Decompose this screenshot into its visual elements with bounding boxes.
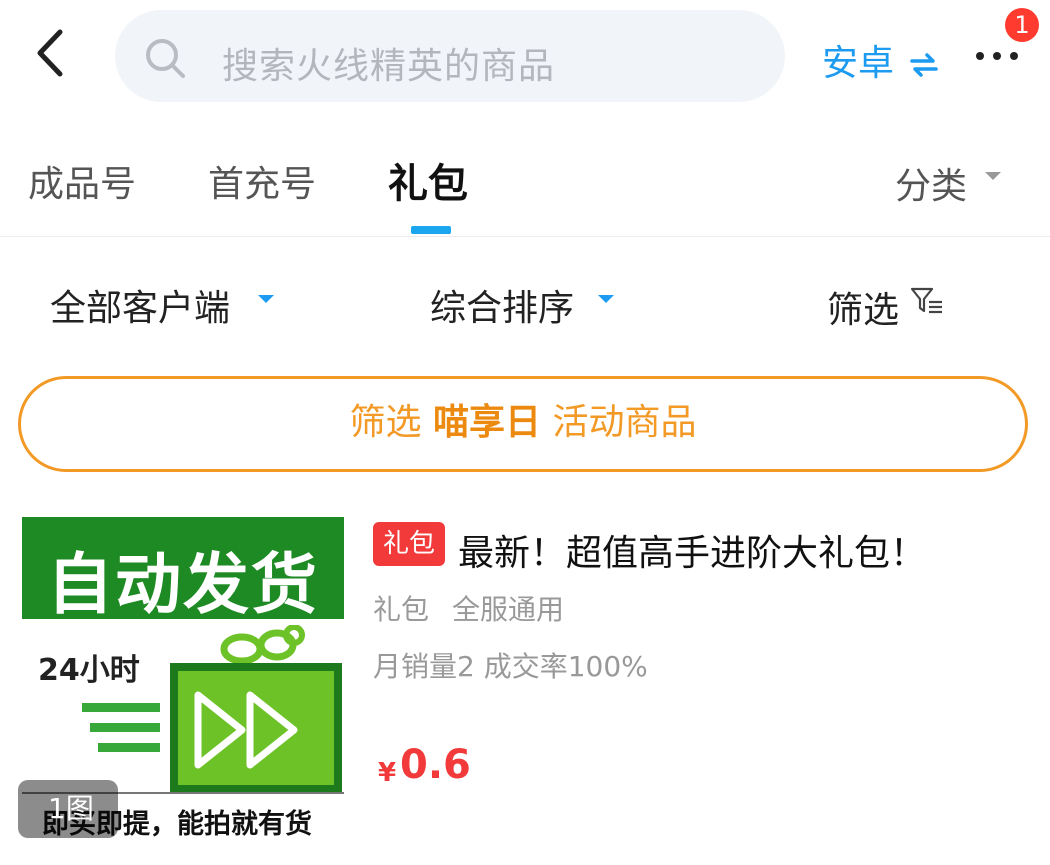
search-icon (146, 39, 185, 78)
tab-finished-account[interactable]: 成品号 (28, 155, 136, 207)
classify-button[interactable]: 分类 (895, 157, 967, 209)
client-caret-icon (258, 295, 274, 303)
price-currency: ¥ (378, 758, 397, 788)
filter-button[interactable]: 筛选 (827, 281, 899, 333)
search-bar[interactable]: 搜索火线精英的商品 (115, 10, 785, 102)
product-tag: 礼包 (373, 522, 445, 566)
product-price: 0.6 (400, 742, 471, 788)
thumbnail-headline: 自动发货 (47, 546, 319, 623)
filter-funnel-icon[interactable] (910, 285, 944, 317)
activity-filter-banner[interactable]: 筛选 喵享日 活动商品 (18, 376, 1028, 472)
product-server: 全服通用 (452, 593, 565, 626)
product-title[interactable]: 最新！超值高手进阶大礼包！ (458, 524, 926, 576)
sort-dropdown[interactable]: 综合排序 (430, 279, 574, 331)
back-arrow-icon[interactable] (30, 28, 70, 78)
sort-caret-icon (598, 295, 614, 303)
banner-suffix: 活动商品 (552, 402, 697, 443)
notification-badge: 1 (1005, 8, 1039, 42)
banner-prefix: 筛选 (349, 402, 422, 443)
product-category: 礼包 (373, 593, 430, 626)
banner-highlight: 喵享日 (432, 402, 541, 443)
product-sales-stats: 月销量2 成交率100% (373, 650, 648, 683)
platform-label: 安卓 (822, 43, 895, 84)
swap-icon (910, 53, 939, 77)
tab-gift-pack[interactable]: 礼包 (388, 151, 468, 209)
active-tab-indicator (411, 226, 451, 234)
gift-box-icon (82, 625, 342, 793)
client-filter-dropdown[interactable]: 全部客户端 (50, 279, 230, 331)
platform-switch[interactable]: 安卓 (822, 34, 939, 86)
search-placeholder: 搜索火线精英的商品 (222, 46, 556, 87)
classify-caret-icon (985, 172, 1001, 180)
image-count-badge: 1图 (18, 780, 118, 838)
more-menu-icon[interactable] (972, 36, 1022, 76)
divider (0, 236, 1050, 237)
tab-first-topup-account[interactable]: 首充号 (208, 155, 316, 207)
